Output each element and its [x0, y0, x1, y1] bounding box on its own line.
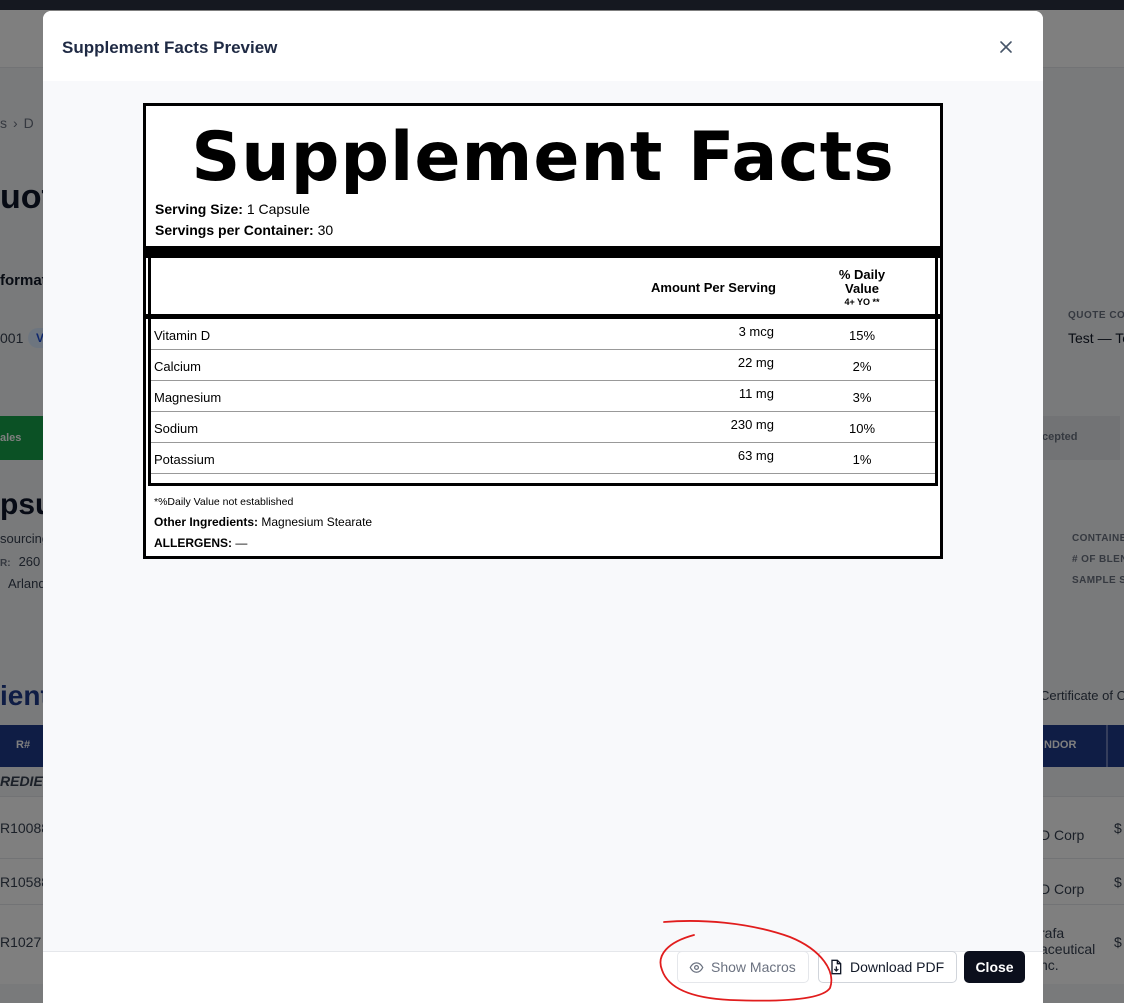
daily-value-header: % Daily Value 4+ YO ** — [838, 267, 886, 308]
close-icon[interactable] — [994, 35, 1018, 59]
supplement-facts-label: Supplement Facts Serving Size: 1 Capsule… — [143, 103, 943, 559]
modal-body: Supplement Facts Serving Size: 1 Capsule… — [43, 81, 1043, 951]
other-ingredients: Other Ingredients: Magnesium Stearate — [154, 515, 373, 529]
modal-header: Supplement Facts Preview — [43, 11, 1043, 81]
nutrient-row: Magnesium 11 mg 3% — [151, 381, 935, 412]
close-button[interactable]: Close — [964, 951, 1025, 983]
supplement-facts-modal: Supplement Facts Preview Supplement Fact… — [43, 11, 1043, 1003]
modal-title: Supplement Facts Preview — [62, 38, 278, 57]
nutrient-row: Potassium 63 mg 1% — [151, 443, 935, 474]
show-macros-button[interactable]: Show Macros — [677, 951, 809, 983]
label-divider-thick — [146, 246, 940, 258]
nutrient-row: Calcium 22 mg 2% — [151, 350, 935, 381]
label-column-headers: Amount Per Serving % Daily Value 4+ YO *… — [148, 258, 938, 317]
file-download-icon — [831, 959, 842, 975]
nutrient-row: Vitamin D 3 mcg 15% — [151, 319, 935, 350]
nutrient-row: Sodium 230 mg 10% — [151, 412, 935, 443]
daily-value-note: *%Daily Value not established — [154, 496, 294, 508]
download-pdf-label: Download PDF — [850, 959, 945, 975]
label-heading: Supplement Facts — [191, 118, 895, 197]
show-macros-label: Show Macros — [711, 959, 796, 975]
allergens: ALLERGENS: — — [154, 536, 248, 550]
servings-per-container: Servings per Container: 30 — [155, 222, 334, 238]
serving-size: Serving Size: 1 Capsule — [155, 201, 310, 217]
download-pdf-button[interactable]: Download PDF — [818, 951, 957, 983]
eye-icon — [689, 961, 704, 973]
amount-per-serving-header: Amount Per Serving — [651, 280, 776, 295]
nutrient-rows: Vitamin D 3 mcg 15% Calcium 22 mg 2% Mag… — [148, 319, 938, 486]
